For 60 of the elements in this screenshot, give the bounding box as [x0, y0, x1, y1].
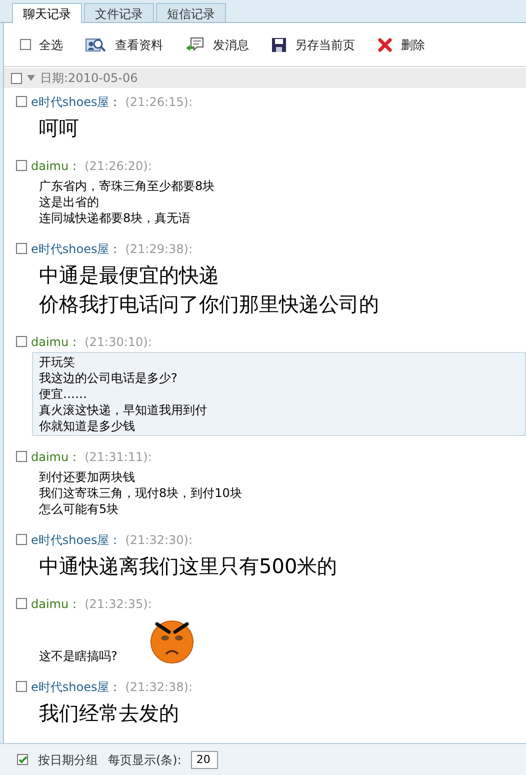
tab[interactable]: 聊天记录 — [12, 3, 82, 24]
sender-name: daimu： — [31, 334, 81, 350]
timestamp: (21:32:35): — [84, 596, 152, 612]
timestamp: (21:31:11): — [84, 448, 152, 466]
tab[interactable]: 文件记录 — [84, 3, 154, 22]
timestamp: (21:32:38): — [125, 678, 193, 696]
message-text: 广东省内，寄珠三角至少都要8块 — [39, 178, 216, 194]
sender-name: e时代shoes屋： — [31, 678, 122, 696]
toolbar-button[interactable]: 删除 — [401, 36, 425, 54]
message-text: 怎么可能有5块 — [39, 501, 120, 517]
message-text: 开玩笑 — [39, 354, 76, 370]
sender-name: e时代shoes屋： — [31, 532, 122, 548]
timestamp: (21:29:38): — [125, 240, 193, 258]
checkbox[interactable] — [16, 336, 27, 347]
timestamp: (21:30:10): — [84, 334, 152, 350]
page-size-label: 每页显示(条): — [108, 752, 182, 768]
message-text: 到付还要加两块钱 — [39, 469, 136, 485]
message-text: 我们经常去发的 — [39, 700, 180, 727]
checkbox[interactable] — [16, 160, 27, 171]
checkbox[interactable] — [16, 598, 27, 609]
message-text: 这不是瞎搞吗? — [39, 648, 118, 664]
message-text: 中通是最便宜的快递 — [39, 262, 220, 289]
message-text: 你就知道是多少钱 — [39, 418, 136, 434]
timestamp: (21:32:30): — [125, 532, 193, 548]
timestamp: (21:26:20): — [84, 158, 152, 174]
checkbox[interactable] — [16, 451, 27, 462]
timestamp: (21:26:15): — [125, 94, 193, 110]
delete-icon — [377, 36, 393, 52]
message-text: 便宜…… — [39, 386, 88, 402]
checkbox[interactable] — [16, 243, 27, 254]
checkbox[interactable] — [16, 534, 27, 545]
checkbox[interactable] — [11, 72, 22, 84]
sender-name: daimu： — [31, 596, 81, 612]
message-text: 这是出省的 — [39, 194, 100, 210]
checkbox[interactable] — [17, 754, 28, 765]
toolbar-button[interactable]: 另存当前页 — [295, 36, 355, 54]
sender-name: daimu： — [31, 448, 81, 466]
user-search-icon — [85, 36, 107, 52]
group-by-date-label[interactable]: 按日期分组 — [38, 750, 98, 768]
checkbox[interactable] — [16, 96, 27, 107]
sender-name: e时代shoes屋： — [31, 240, 122, 258]
checkbox[interactable] — [20, 39, 31, 50]
tab[interactable]: 短信记录 — [156, 3, 226, 22]
sender-name: e时代shoes屋： — [31, 94, 122, 110]
message-text: 呵呵 — [39, 115, 80, 142]
message-text: 中通快递离我们这里只有500米的 — [39, 553, 338, 580]
caret-icon[interactable] — [27, 75, 35, 81]
sender-name: daimu： — [31, 158, 81, 174]
message-text: 我这边的公司电话是多少? — [39, 370, 178, 386]
message-icon — [185, 36, 205, 52]
date-label: 日期:2010-05-06 — [40, 70, 138, 87]
message-text: 连同城快递都要8块，真无语 — [39, 210, 192, 226]
message-text: 真火滚这快递，早知道我用到付 — [39, 402, 208, 418]
select-all-label[interactable]: 全选 — [39, 36, 63, 54]
message-text: 价格我打电话问了你们那里快递公司的 — [39, 291, 380, 318]
message-text: 我们这寄珠三角，现付8块，到付10块 — [39, 485, 243, 501]
checkbox[interactable] — [16, 681, 27, 692]
page-size-field[interactable]: 20 — [191, 750, 218, 768]
toolbar-button[interactable]: 发消息 — [213, 36, 249, 54]
toolbar-button[interactable]: 查看资料 — [115, 36, 163, 54]
